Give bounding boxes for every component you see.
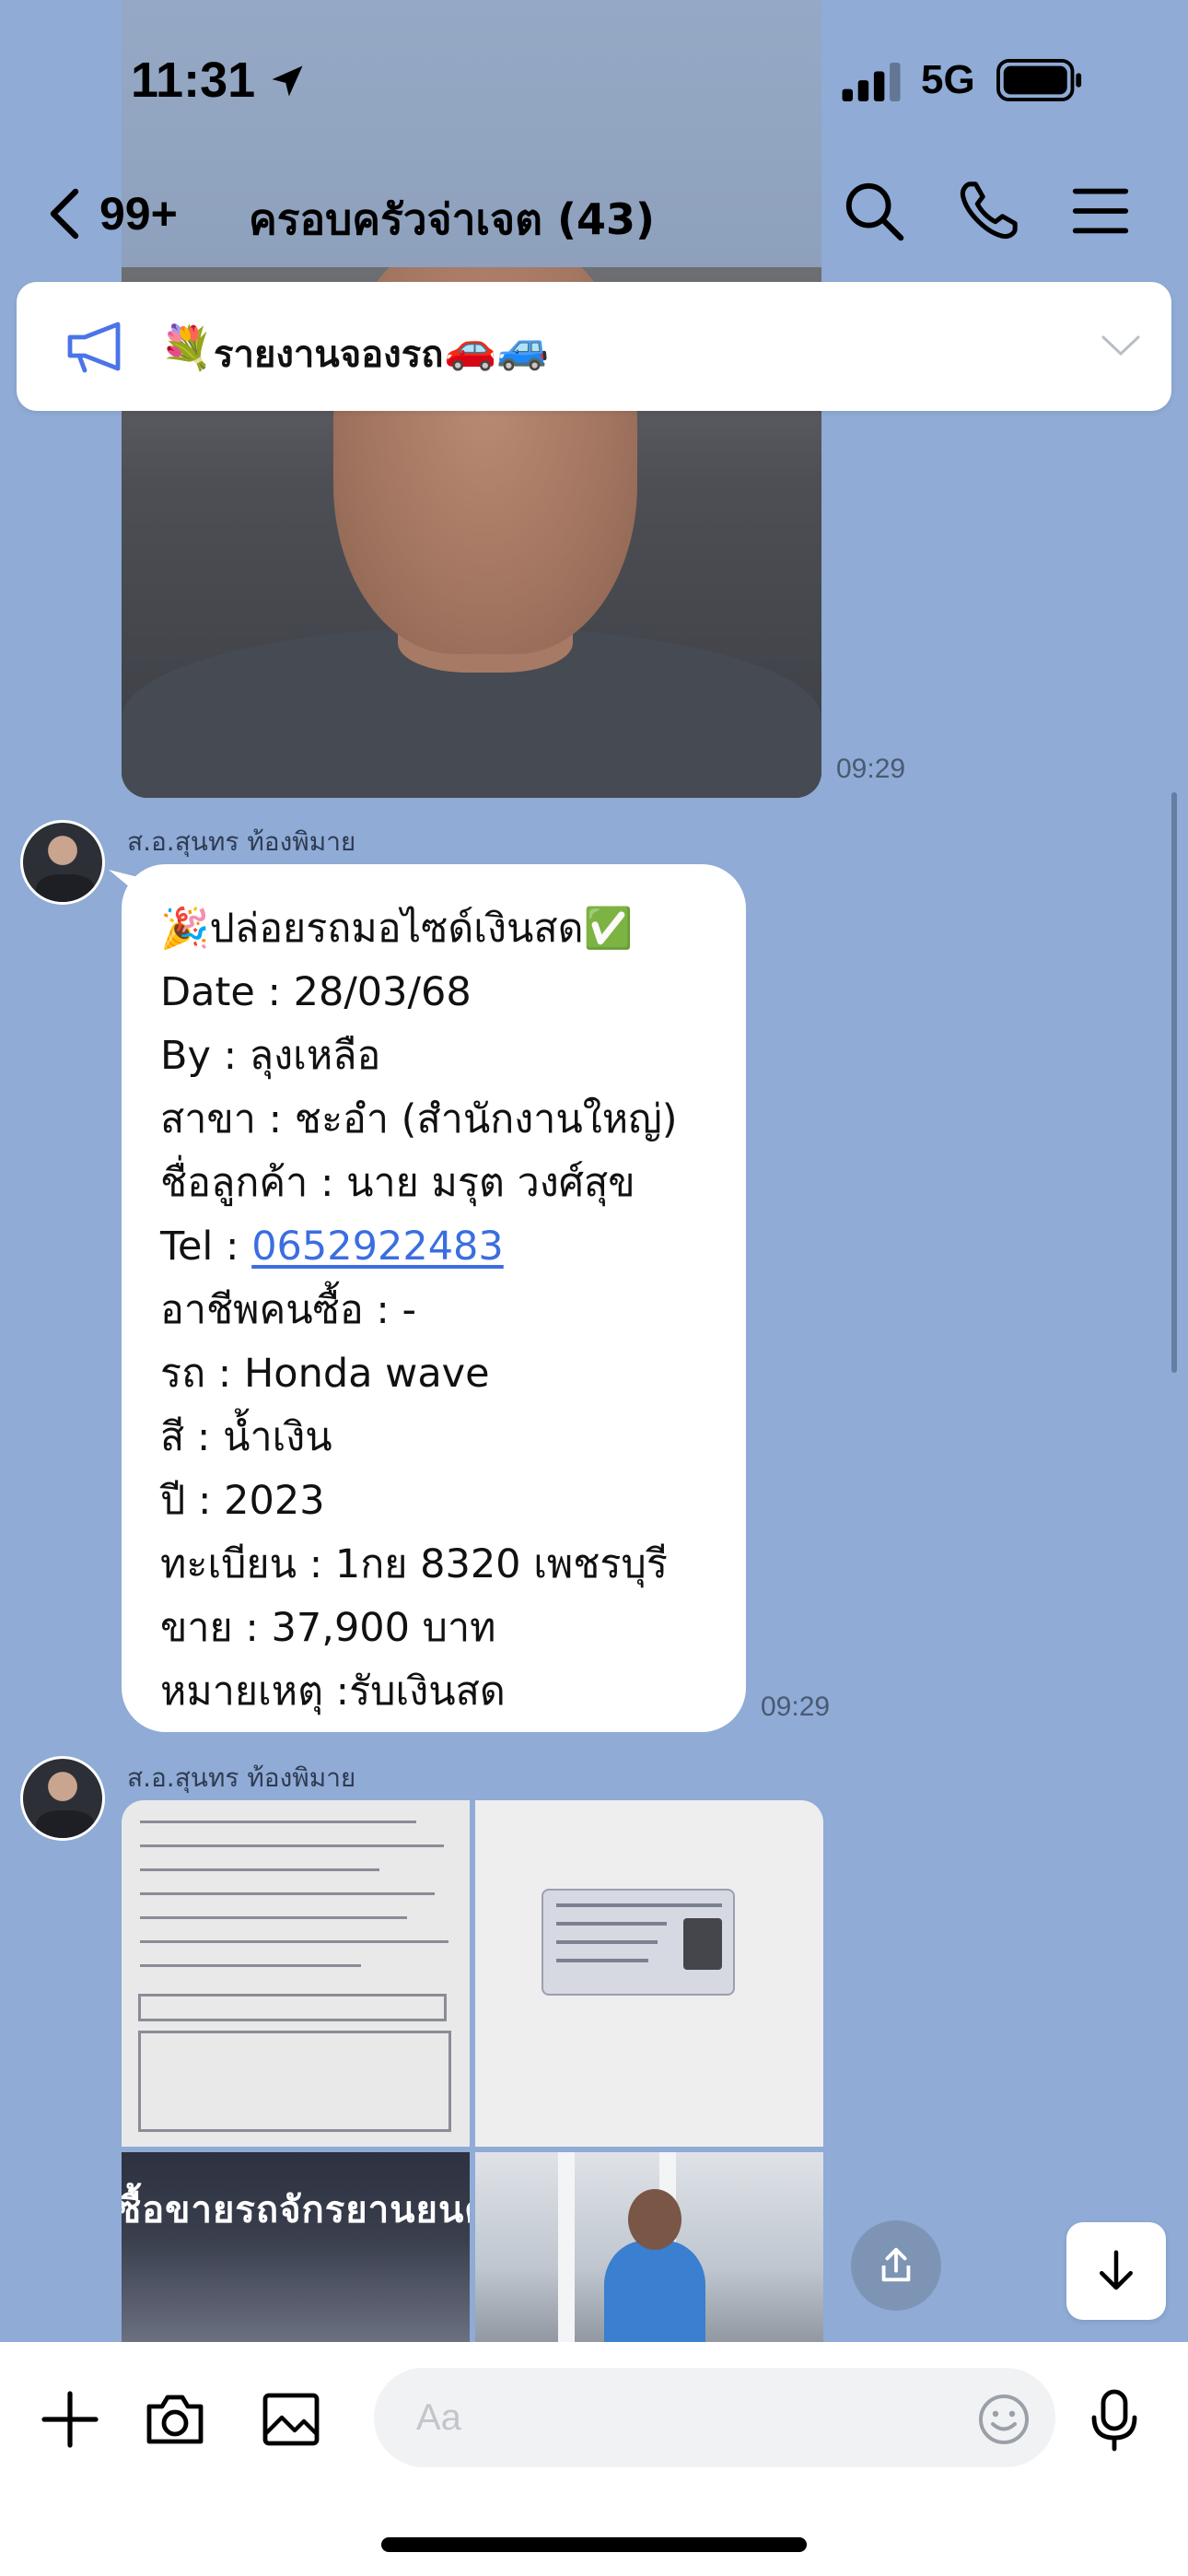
bouquet-emoji: 💐 bbox=[160, 322, 214, 372]
line-customer: ชื่อลูกค้า : นาย มรุต วงศ์สุข bbox=[160, 1160, 635, 1206]
search-icon[interactable] bbox=[842, 179, 906, 243]
sender-name: ส.อ.สุนทร ท้องพิมาย bbox=[127, 826, 356, 857]
text-message-bubble[interactable]: 🎉ปล่อยรถมอไซด์เงินสด✅ Date : 28/03/68 By… bbox=[122, 864, 746, 1732]
share-icon bbox=[881, 2247, 911, 2282]
megaphone-icon bbox=[67, 322, 121, 373]
id-card bbox=[542, 1889, 735, 1996]
line-color: สี : น้ำเงิน bbox=[160, 1414, 332, 1460]
chat-title[interactable]: ครอบครัวจ่าเจต (43) bbox=[249, 186, 655, 253]
line-tel: Tel : 0652922483 bbox=[160, 1215, 746, 1279]
avatar[interactable] bbox=[20, 820, 105, 905]
line-plate: ทะเบียน : 1กย 8320 เพชรบุรี bbox=[160, 1541, 668, 1587]
line-price: ขาย : 37,900 บาท bbox=[160, 1605, 496, 1651]
image-icon[interactable] bbox=[258, 2386, 324, 2453]
chevron-down-icon[interactable] bbox=[1100, 332, 1142, 359]
microphone-icon[interactable] bbox=[1081, 2386, 1147, 2453]
plus-icon[interactable] bbox=[37, 2386, 103, 2453]
sender-name: ส.อ.สุนทร ท้องพิมาย bbox=[127, 1762, 356, 1793]
phone-icon[interactable] bbox=[956, 179, 1020, 243]
avatar[interactable] bbox=[20, 1756, 105, 1841]
scroll-indicator[interactable] bbox=[1171, 792, 1177, 1373]
back-chevron-icon bbox=[50, 188, 79, 240]
nav-header: 99+ ครอบครัวจ่าเจต (43) bbox=[0, 166, 1188, 258]
network-label: 5G bbox=[921, 57, 975, 102]
shop-photo[interactable]: ซื้อขายรถจักรยานยนต์ bbox=[122, 2152, 470, 2344]
line-by: By : ลุงเหลือ bbox=[160, 1033, 381, 1079]
message-input[interactable] bbox=[374, 2368, 1055, 2467]
announcement-text: รายงานจองรถ bbox=[214, 334, 444, 376]
back-button[interactable]: 99+ bbox=[46, 184, 178, 243]
customer-photo[interactable] bbox=[475, 2152, 823, 2344]
line-date: Date : 28/03/68 bbox=[160, 969, 472, 1015]
party-emoji: 🎉 bbox=[160, 906, 210, 952]
tel-label: Tel : bbox=[160, 1224, 252, 1270]
signal-icon bbox=[842, 63, 901, 101]
emoji-icon[interactable] bbox=[976, 2392, 1031, 2447]
shop-sign-text: ซื้อขายรถจักรยานยนต์ bbox=[122, 2189, 470, 2231]
announcement-banner[interactable]: 💐 รายงานจองรถ 🚗🚙 bbox=[17, 282, 1171, 411]
line-branch: สาขา : ชะอำ (สำนักงานใหญ่) bbox=[160, 1096, 678, 1142]
home-indicator bbox=[381, 2537, 807, 2552]
message-time: 09:29 bbox=[761, 1692, 831, 1722]
check-emoji: ✅ bbox=[583, 906, 634, 952]
camera-icon[interactable] bbox=[142, 2386, 208, 2453]
line-year: ปี : 2023 bbox=[160, 1478, 325, 1524]
line-job: อาชีพคนซื้อ : - bbox=[160, 1287, 417, 1333]
document-photo[interactable] bbox=[122, 1800, 470, 2147]
battery-icon bbox=[996, 59, 1082, 101]
bubble-header: 🎉ปล่อยรถมอไซด์เงินสด✅ bbox=[160, 897, 746, 961]
share-button[interactable] bbox=[851, 2220, 941, 2311]
id-card-photo[interactable] bbox=[475, 1800, 823, 2147]
cars-emoji: 🚗🚙 bbox=[444, 322, 550, 372]
menu-icon[interactable] bbox=[1068, 179, 1133, 243]
location-arrow-icon bbox=[272, 65, 303, 97]
phone-number-link[interactable]: 0652922483 bbox=[251, 1224, 504, 1270]
message-time: 09:29 bbox=[836, 754, 906, 784]
unread-count: 99+ bbox=[99, 188, 178, 240]
status-bar: 11:31 5G bbox=[0, 0, 1188, 157]
line-bike: รถ : Honda wave bbox=[160, 1351, 490, 1397]
bubble-header-text: ปล่อยรถมอไซด์เงินสด bbox=[209, 906, 584, 952]
line-note: หมายเหตุ :รับเงินสด bbox=[160, 1669, 506, 1715]
status-time: 11:31 bbox=[131, 53, 256, 108]
scroll-to-bottom-button[interactable] bbox=[1066, 2222, 1166, 2320]
arrow-down-icon bbox=[1100, 2250, 1133, 2290]
image-grid: ซื้อขายรถจักรยานยนต์ bbox=[122, 1800, 823, 2344]
